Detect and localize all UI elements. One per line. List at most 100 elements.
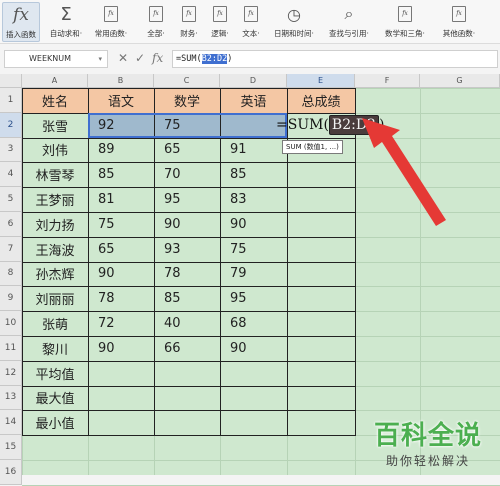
score-cell[interactable]: 95 xyxy=(154,187,220,212)
student-name-cell[interactable]: 孙杰辉 xyxy=(22,262,88,287)
row-header-9[interactable]: 9 xyxy=(0,286,22,312)
score-cell[interactable]: 70 xyxy=(154,162,220,187)
score-cell[interactable]: 90 xyxy=(88,336,154,361)
summary-label-cell[interactable]: 最小值 xyxy=(22,410,88,435)
name-box[interactable]: WEEKNUM ▾ xyxy=(4,50,108,68)
ribbon-button-8[interactable]: ⌕ 查找与引用· xyxy=(322,2,376,42)
score-cell[interactable]: 40 xyxy=(154,311,220,336)
score-cell[interactable]: 85 xyxy=(220,162,287,187)
function-icon: fx xyxy=(452,2,466,26)
row-header-10[interactable]: 10 xyxy=(0,311,22,336)
row-header-13[interactable]: 13 xyxy=(0,385,22,411)
row-header-15[interactable]: 15 xyxy=(0,435,22,460)
score-cell[interactable]: 78 xyxy=(154,262,220,287)
row-header-8[interactable]: 8 xyxy=(0,261,22,287)
row-header-7[interactable]: 7 xyxy=(0,236,22,262)
column-header-d[interactable]: D xyxy=(220,74,287,88)
row-header-14[interactable]: 14 xyxy=(0,410,22,436)
check-icon[interactable]: ✓ xyxy=(135,51,145,65)
student-name-cell[interactable]: 张萌 xyxy=(22,311,88,336)
student-name-cell[interactable]: 刘力扬 xyxy=(22,212,88,237)
column-title-cell[interactable]: 总成绩 xyxy=(287,88,355,113)
formula-suffix: ) xyxy=(378,117,385,134)
score-cell[interactable]: 90 xyxy=(220,212,287,237)
student-name-cell[interactable]: 王海波 xyxy=(22,237,88,262)
row-header-16[interactable]: 16 xyxy=(0,460,22,485)
insert-function-icon[interactable]: fx xyxy=(152,51,163,65)
column-title-cell[interactable]: 数学 xyxy=(154,88,220,113)
summary-label-cell[interactable]: 最大值 xyxy=(22,386,88,411)
score-cell[interactable]: 91 xyxy=(220,138,287,163)
select-all-corner[interactable] xyxy=(0,74,22,88)
ribbon-button-5[interactable]: fx 逻辑· xyxy=(205,2,235,42)
row-header-3[interactable]: 3 xyxy=(0,137,22,163)
score-cell[interactable]: 66 xyxy=(154,336,220,361)
editing-cell-formula[interactable]: =SUM(B2:D2) xyxy=(276,113,384,138)
function-icon: fx xyxy=(244,2,258,26)
score-cell[interactable]: 85 xyxy=(88,162,154,187)
student-name-cell[interactable]: 刘丽丽 xyxy=(22,286,88,311)
ribbon-button-label: 数学和三角· xyxy=(385,29,425,38)
student-name-cell[interactable]: 王梦丽 xyxy=(22,187,88,212)
ribbon-button-6[interactable]: fx 文本· xyxy=(236,2,266,42)
score-cell[interactable]: 85 xyxy=(154,286,220,311)
score-cell[interactable]: 65 xyxy=(88,237,154,262)
score-cell[interactable]: 75 xyxy=(88,212,154,237)
ribbon-button-10[interactable]: fx 其他函数· xyxy=(434,2,484,42)
clock-icon: ◷ xyxy=(287,4,301,24)
column-header-g[interactable]: G xyxy=(420,74,500,88)
row-header-5[interactable]: 5 xyxy=(0,187,22,212)
column-title-cell[interactable]: 英语 xyxy=(220,88,287,113)
column-title-cell[interactable]: 语文 xyxy=(88,88,154,113)
spreadsheet-grid[interactable]: A B C D E F G 1 2 3 4 5 6 7 8 9 10 11 12 13 14 15 16 姓名 语文 数学 英语 总成… xyxy=(0,74,500,486)
row-header-2[interactable]: 2 xyxy=(0,112,22,138)
column-header-b[interactable]: B xyxy=(88,74,154,88)
table-border xyxy=(22,435,356,437)
score-cell[interactable]: 79 xyxy=(220,262,287,287)
score-cell[interactable]: 75 xyxy=(220,237,287,262)
score-cell[interactable]: 89 xyxy=(88,138,154,163)
student-name-cell[interactable]: 黎川 xyxy=(22,336,88,361)
student-name-cell[interactable]: 刘伟 xyxy=(22,138,88,163)
score-cell[interactable]: 90 xyxy=(154,212,220,237)
search-icon: ⌕ xyxy=(344,4,354,23)
ribbon-button-label: 全部· xyxy=(147,29,165,38)
column-header-e[interactable]: E xyxy=(287,74,355,88)
column-header-c[interactable]: C xyxy=(154,74,220,88)
row-header-12[interactable]: 12 xyxy=(0,360,22,386)
cancel-icon[interactable]: ✕ xyxy=(118,51,128,65)
column-header-f[interactable]: F xyxy=(355,74,420,88)
ribbon-button-4[interactable]: fx 财务· xyxy=(174,2,204,42)
formula-input[interactable]: =SUM(B2:D2) xyxy=(172,50,498,68)
ribbon-button-0[interactable]: fx 插入函数 xyxy=(2,2,40,42)
score-cell[interactable]: 72 xyxy=(88,311,154,336)
ribbon-button-label: 财务· xyxy=(180,29,198,38)
summary-label-cell[interactable]: 平均值 xyxy=(22,361,88,386)
row-header-6[interactable]: 6 xyxy=(0,212,22,237)
score-cell[interactable]: 75 xyxy=(154,113,220,138)
score-cell[interactable]: 93 xyxy=(154,237,220,262)
score-cell[interactable]: 83 xyxy=(220,187,287,212)
column-title-cell[interactable]: 姓名 xyxy=(22,88,88,113)
chevron-down-icon[interactable]: ▾ xyxy=(98,51,102,67)
ribbon-button-3[interactable]: fx 全部· xyxy=(140,2,172,42)
score-cell[interactable]: 90 xyxy=(220,336,287,361)
row-header-4[interactable]: 4 xyxy=(0,162,22,188)
row-header-11[interactable]: 11 xyxy=(0,336,22,361)
row-header-1[interactable]: 1 xyxy=(0,88,22,113)
score-cell[interactable]: 95 xyxy=(220,286,287,311)
ribbon-button-2[interactable]: fx 常用函数· xyxy=(86,2,136,42)
score-cell[interactable]: 68 xyxy=(220,311,287,336)
formula-bar: WEEKNUM ▾ ✕ ✓ fx =SUM(B2:D2) xyxy=(0,48,500,72)
ribbon-button-1[interactable]: Σ 自动求和· xyxy=(48,2,84,42)
score-cell[interactable]: 78 xyxy=(88,286,154,311)
student-name-cell[interactable]: 张雪 xyxy=(22,113,88,138)
student-name-cell[interactable]: 林雪琴 xyxy=(22,162,88,187)
score-cell[interactable]: 92 xyxy=(88,113,154,138)
column-header-a[interactable]: A xyxy=(22,74,88,88)
score-cell[interactable]: 81 xyxy=(88,187,154,212)
ribbon-button-7[interactable]: ◷ 日期和时间· xyxy=(268,2,320,42)
score-cell[interactable]: 90 xyxy=(88,262,154,287)
score-cell[interactable]: 65 xyxy=(154,138,220,163)
ribbon-button-9[interactable]: fx 数学和三角· xyxy=(378,2,432,42)
